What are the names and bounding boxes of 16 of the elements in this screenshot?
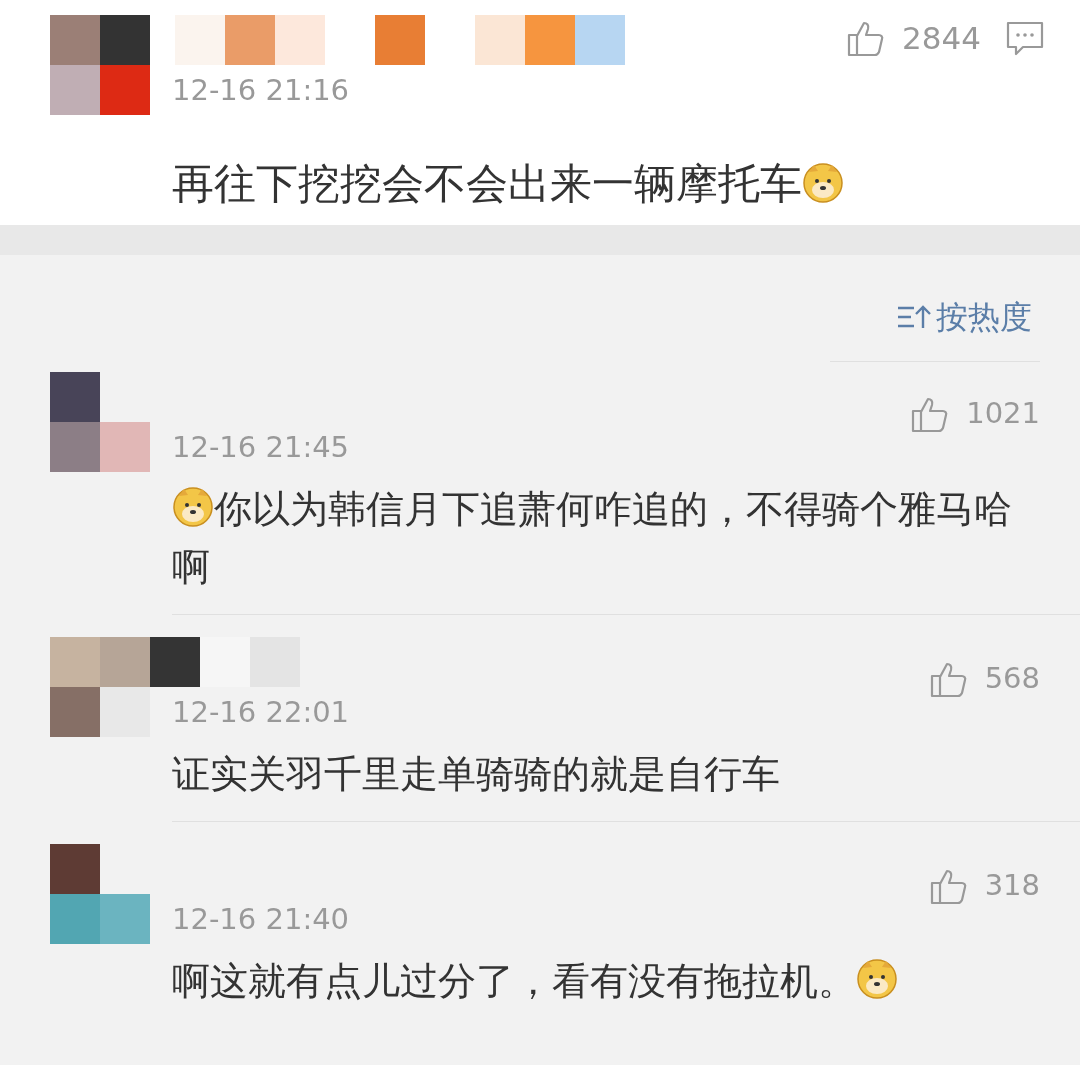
comment-text: 再往下挖挖会不会出来一辆摩托车 (172, 155, 1045, 213)
comment-time: 12-16 21:40 (172, 901, 351, 938)
like-count: 2844 (902, 19, 981, 58)
comment-text: 你以为韩信月下追萧何咋追的，不得骑个雅马哈啊 (172, 485, 1012, 591)
dog-emoji-icon (802, 162, 844, 204)
comment-time: 12-16 22:01 (172, 694, 351, 731)
comment-time: 12-16 21:16 (172, 72, 351, 109)
comment-time: 12-16 21:45 (172, 429, 351, 466)
comment-text: 证实关羽千里走单骑骑的就是自行车 (172, 751, 781, 798)
dog-emoji-icon (172, 486, 214, 528)
like-count: 568 (984, 660, 1040, 697)
sort-button[interactable]: 按热度 (896, 293, 1032, 341)
like-count: 318 (984, 867, 1040, 904)
dog-emoji-icon (856, 958, 898, 1000)
comment-text: 啊这就有点儿过分了，看有没有拖拉机。 (172, 952, 1012, 1010)
like-count: 1021 (966, 395, 1040, 432)
